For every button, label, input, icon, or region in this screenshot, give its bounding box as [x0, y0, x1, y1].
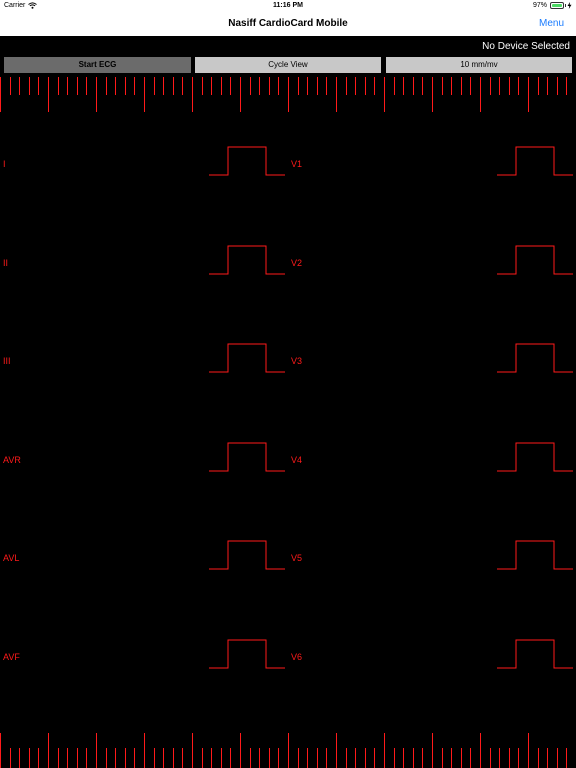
lead-label-avr: AVR [3, 455, 21, 465]
calibration-pulse-avf [209, 639, 285, 669]
calibration-pulse-v6 [497, 639, 573, 669]
calibration-pulse-v3 [497, 343, 573, 373]
bottom-ruler [0, 733, 567, 768]
calibration-pulse-avr [209, 442, 285, 472]
calibration-pulse-i [209, 146, 285, 176]
lead-label-v4: V4 [291, 455, 303, 465]
calibration-pulse-ii [209, 245, 285, 275]
lead-label-v6: V6 [291, 652, 303, 662]
calibration-pulse-avl [209, 540, 285, 570]
calibration-pulse-iii [209, 343, 285, 373]
lead-label-i: I [3, 159, 6, 169]
ecg-canvas [0, 77, 573, 768]
calibration-pulses [209, 146, 573, 669]
lead-label-ii: II [3, 258, 9, 268]
lead-label-v5: V5 [291, 553, 303, 563]
calibration-pulse-v5 [497, 540, 573, 570]
calibration-pulse-v2 [497, 245, 573, 275]
lead-label-iii: III [3, 356, 11, 366]
lead-label-v2: V2 [291, 258, 303, 268]
lead-label-avl: AVL [3, 553, 20, 563]
calibration-pulse-v4 [497, 442, 573, 472]
calibration-pulse-v1 [497, 146, 573, 176]
lead-label-v3: V3 [291, 356, 303, 366]
top-ruler [0, 77, 567, 112]
lead-label-avf: AVF [3, 652, 20, 662]
lead-label-v1: V1 [291, 159, 303, 169]
